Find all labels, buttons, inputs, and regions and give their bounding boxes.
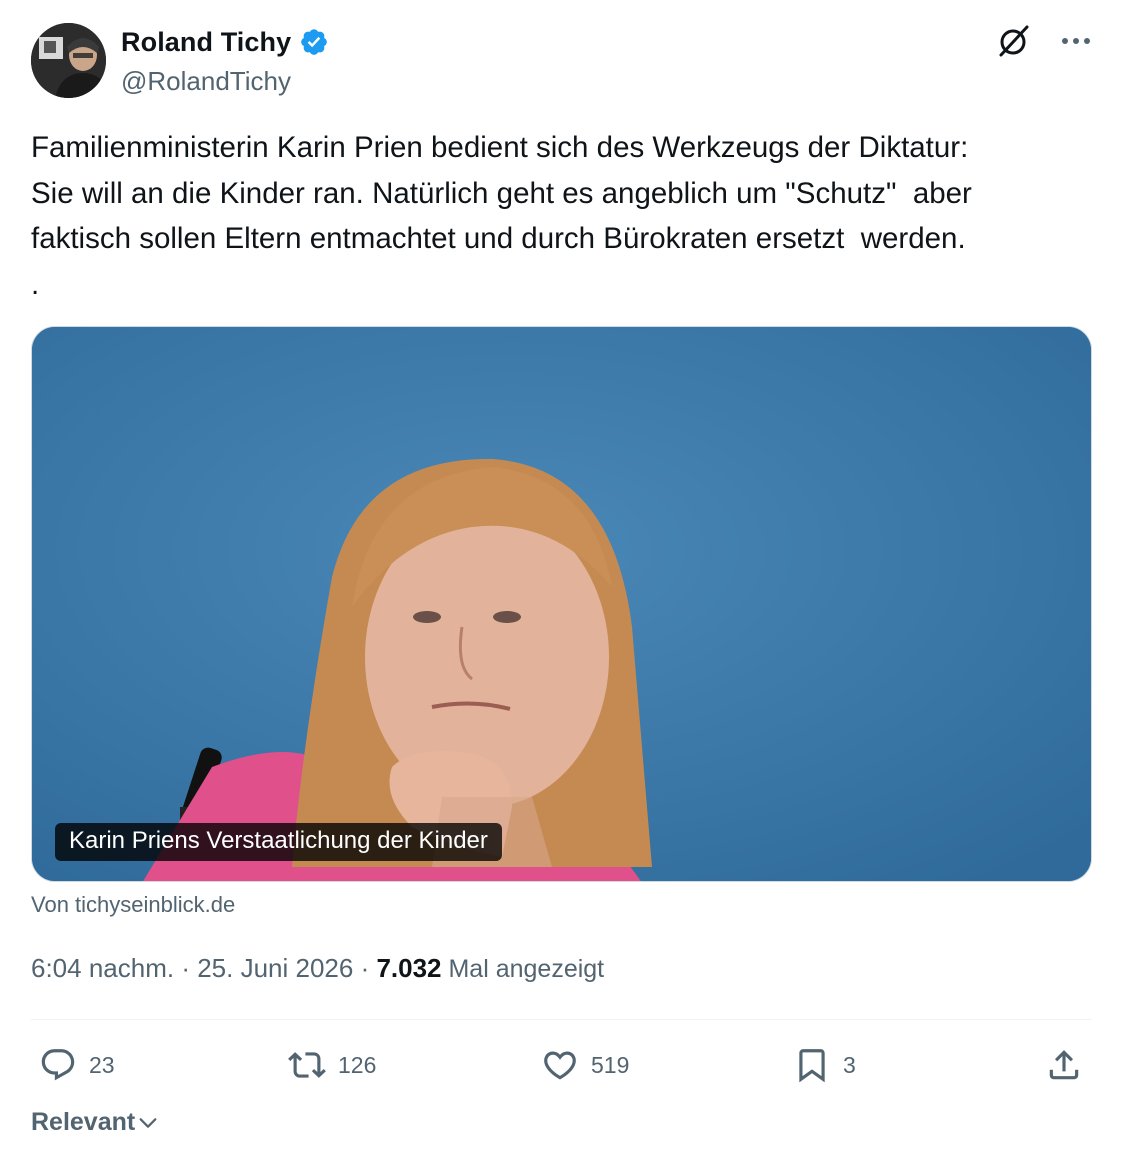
author-name[interactable]: Roland Tichy	[121, 27, 291, 58]
replies-sort-dropdown[interactable]: Relevant	[31, 1108, 159, 1137]
like-button[interactable]: 519	[541, 1040, 629, 1090]
reply-count: 23	[89, 1051, 115, 1078]
repost-count: 126	[338, 1051, 377, 1078]
avatar[interactable]	[31, 23, 106, 98]
tweet-author: Roland Tichy @RolandTichy	[121, 24, 329, 97]
link-card[interactable]: Karin Priens Verstaatlichung der Kinder	[31, 326, 1092, 882]
more-icon[interactable]	[1059, 24, 1093, 63]
avatar-image	[31, 23, 106, 98]
bookmark-count: 3	[843, 1051, 856, 1078]
repost-button[interactable]: 126	[288, 1040, 376, 1090]
author-handle[interactable]: @RolandTichy	[121, 66, 329, 97]
tweet-meta: 6:04 nachm. · 25. Juni 2026 · 7.032 Mal …	[31, 953, 604, 984]
tweet-date[interactable]: 25. Juni 2026	[197, 953, 353, 984]
tweet-text: Familienministerin Karin Prien bedient s…	[31, 131, 972, 301]
tweet-actions: 23 126 519 3	[31, 1040, 1092, 1090]
chevron-down-icon	[139, 1117, 157, 1128]
reply-button[interactable]: 23	[39, 1040, 115, 1090]
meta-separator: ·	[353, 953, 377, 983]
share-button[interactable]	[1045, 1040, 1083, 1090]
views-label: Mal angezeigt	[441, 955, 605, 983]
verified-badge-icon[interactable]	[299, 27, 329, 57]
tweet-header-actions	[995, 22, 1093, 65]
bookmark-button[interactable]: 3	[793, 1040, 856, 1090]
sort-label: Relevant	[31, 1108, 136, 1136]
card-photo	[32, 327, 1091, 881]
reply-icon	[41, 1049, 75, 1081]
card-caption: Karin Priens Verstaatlichung der Kinder	[55, 823, 502, 861]
tweet-time[interactable]: 6:04 nachm.	[31, 953, 174, 984]
like-count: 519	[591, 1051, 630, 1078]
share-icon	[1049, 1050, 1079, 1080]
views-count[interactable]: 7.032	[376, 953, 441, 984]
grok-icon[interactable]	[995, 22, 1033, 65]
like-icon	[544, 1051, 576, 1080]
card-source[interactable]: Von tichyseinblick.de	[31, 892, 235, 918]
repost-icon	[288, 1052, 326, 1078]
meta-separator: ·	[174, 953, 198, 983]
divider	[31, 1019, 1092, 1020]
bookmark-icon	[799, 1049, 825, 1083]
